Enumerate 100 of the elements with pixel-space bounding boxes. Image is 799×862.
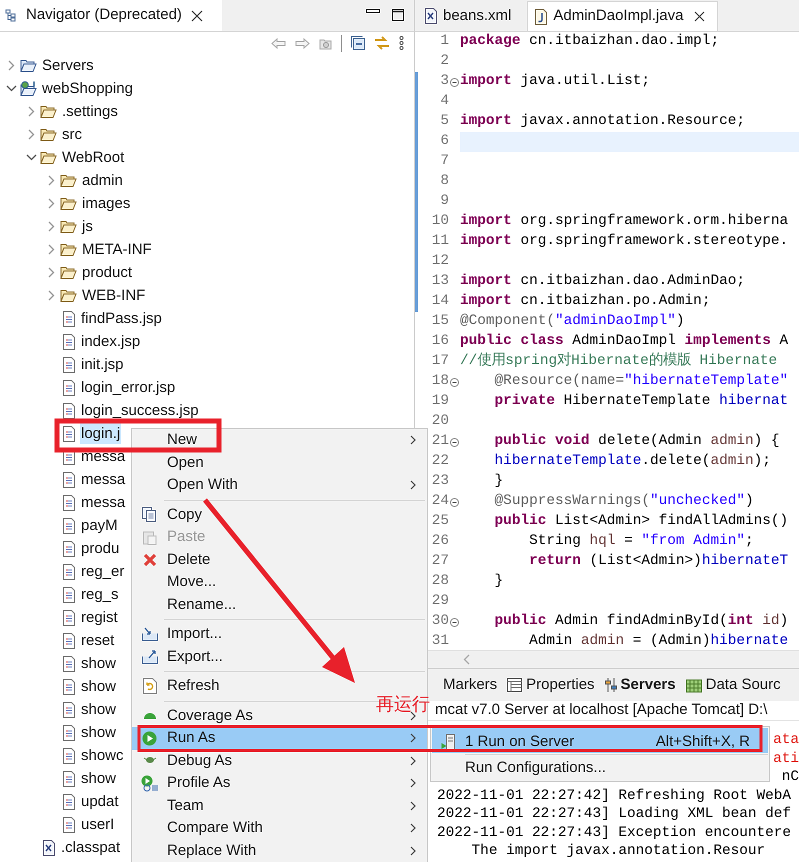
tree-item[interactable]: userI (80, 814, 116, 835)
chevron-right-icon[interactable] (48, 267, 55, 278)
chevron-down-icon[interactable] (26, 154, 37, 161)
tree-item[interactable]: webShopping (41, 78, 134, 99)
chevron-right-icon[interactable] (48, 244, 55, 255)
tree-item[interactable]: login_error.jsp (80, 377, 176, 398)
jsp-file-icon (62, 518, 76, 534)
chevron-right-icon[interactable] (48, 290, 55, 301)
chevron-down-icon[interactable] (6, 85, 17, 92)
menu-item[interactable]: Open (132, 452, 427, 474)
tree-item[interactable]: reg_er (80, 561, 126, 582)
tree-item[interactable]: payM (80, 515, 119, 536)
menu-item[interactable]: Import... (132, 623, 427, 646)
menu-item[interactable]: Debug As (132, 750, 427, 772)
chevron-right-icon[interactable] (48, 221, 55, 232)
menu-item[interactable]: Profile As (132, 772, 427, 794)
console-line: 2022-11-01 22:27:42] Refreshing Root WebA (437, 786, 792, 806)
tree-item[interactable]: regist (80, 607, 119, 628)
tree-item[interactable]: META-INF (81, 239, 153, 260)
menu-item[interactable]: Copy (132, 504, 427, 526)
menu-item[interactable]: Team (132, 794, 427, 817)
tree-item[interactable]: WebRoot (61, 147, 126, 168)
menu-item[interactable]: Open With (132, 474, 427, 496)
tree-item[interactable]: admin (81, 170, 124, 191)
menu-item[interactable]: Run As (132, 727, 427, 750)
folder-icon (60, 266, 77, 280)
line-number: 19 (432, 392, 449, 412)
tree-item[interactable]: show (80, 676, 118, 697)
chevron-right-icon[interactable] (8, 60, 15, 71)
jsp-file-icon (62, 610, 76, 626)
close-icon[interactable] (190, 10, 203, 22)
tree-item[interactable]: messa (80, 492, 126, 513)
menu-item[interactable]: Replace With (132, 840, 427, 862)
tree-item[interactable]: js (81, 216, 94, 237)
view-menu-icon[interactable] (399, 36, 404, 50)
tree-item[interactable]: login_success.jsp (80, 400, 200, 421)
chevron-right-icon[interactable] (28, 129, 35, 140)
tree-item[interactable]: reset (80, 630, 116, 651)
tree-item[interactable]: show (80, 768, 118, 789)
jsp-file-icon (62, 748, 76, 764)
menu-item[interactable]: Delete (132, 548, 427, 571)
collapse-icon[interactable] (450, 498, 459, 506)
maximize-icon[interactable] (392, 9, 404, 21)
back-icon[interactable] (271, 38, 286, 48)
collapse-icon[interactable] (450, 618, 459, 626)
tree-item[interactable]: show (80, 653, 118, 674)
collapse-icon[interactable] (450, 378, 459, 386)
tree-item[interactable]: images (81, 193, 132, 214)
chevron-right-icon[interactable] (48, 198, 55, 209)
folder-icon (60, 174, 77, 188)
folder-icon (40, 150, 57, 164)
tree-item[interactable]: index.jsp (80, 331, 142, 352)
tree-item[interactable]: product (81, 262, 134, 283)
collapse-icon[interactable] (450, 78, 459, 86)
chevron-right-icon[interactable] (48, 175, 55, 186)
tree-item[interactable]: messa (80, 469, 126, 490)
tree-item[interactable]: updat (80, 791, 120, 812)
menu-item[interactable]: New (132, 429, 427, 452)
panel-tab[interactable]: Markers (443, 674, 498, 696)
scroll-left-icon[interactable] (463, 654, 470, 665)
panel-tab[interactable]: Servers (604, 674, 676, 696)
menu-item[interactable]: Export... (132, 646, 427, 668)
forward-icon[interactable] (295, 38, 310, 48)
line-number: 9 (440, 192, 449, 212)
line-number: 28 (432, 572, 449, 592)
tree-item[interactable]: showc (80, 745, 125, 766)
tree-item[interactable]: findPass.jsp (80, 308, 163, 329)
panel-tab[interactable]: Properties (507, 674, 595, 696)
menu-item[interactable]: Rename... (132, 594, 427, 616)
tree-item[interactable]: src (61, 124, 83, 145)
tree-item[interactable]: Servers (41, 55, 95, 76)
tree-item[interactable]: WEB-INF (81, 285, 146, 306)
tree-item[interactable]: show (80, 699, 118, 720)
line-number: 16 (432, 332, 449, 352)
console-line: ata (773, 731, 799, 750)
up-folder-icon[interactable] (319, 36, 332, 50)
jsp-file-icon (62, 564, 76, 580)
menu-item[interactable]: Run Configurations... (432, 756, 768, 780)
tree-item[interactable]: .classpat (60, 837, 122, 858)
close-icon[interactable] (694, 11, 706, 22)
tree-item[interactable]: produ (80, 538, 120, 559)
tree-item[interactable]: messa (80, 446, 126, 467)
tree-item[interactable]: show (80, 722, 118, 743)
tree-item[interactable]: reg_s (80, 584, 120, 605)
editor-tab[interactable]: AdminDaoImpl.java (527, 1, 718, 31)
editor-tab[interactable]: beans.xml (418, 1, 518, 31)
minimize-icon[interactable] (366, 9, 380, 15)
navigator-tab[interactable]: Navigator (Deprecated) (0, 0, 222, 31)
properties-icon (507, 678, 522, 692)
code-line: return (List<Admin>)hibernateT (528, 552, 788, 572)
tree-item[interactable]: login.j (80, 423, 122, 444)
menu-item[interactable]: Compare With (132, 817, 427, 840)
tree-item[interactable]: .settings (61, 101, 119, 122)
panel-tab[interactable]: Data Sourc (686, 674, 781, 696)
collapse-all-icon[interactable] (351, 36, 365, 50)
link-editor-icon[interactable] (374, 35, 390, 51)
tree-item[interactable]: init.jsp (80, 354, 125, 375)
collapse-icon[interactable] (450, 438, 459, 446)
chevron-right-icon[interactable] (28, 106, 35, 117)
menu-item[interactable]: Move... (132, 571, 427, 594)
